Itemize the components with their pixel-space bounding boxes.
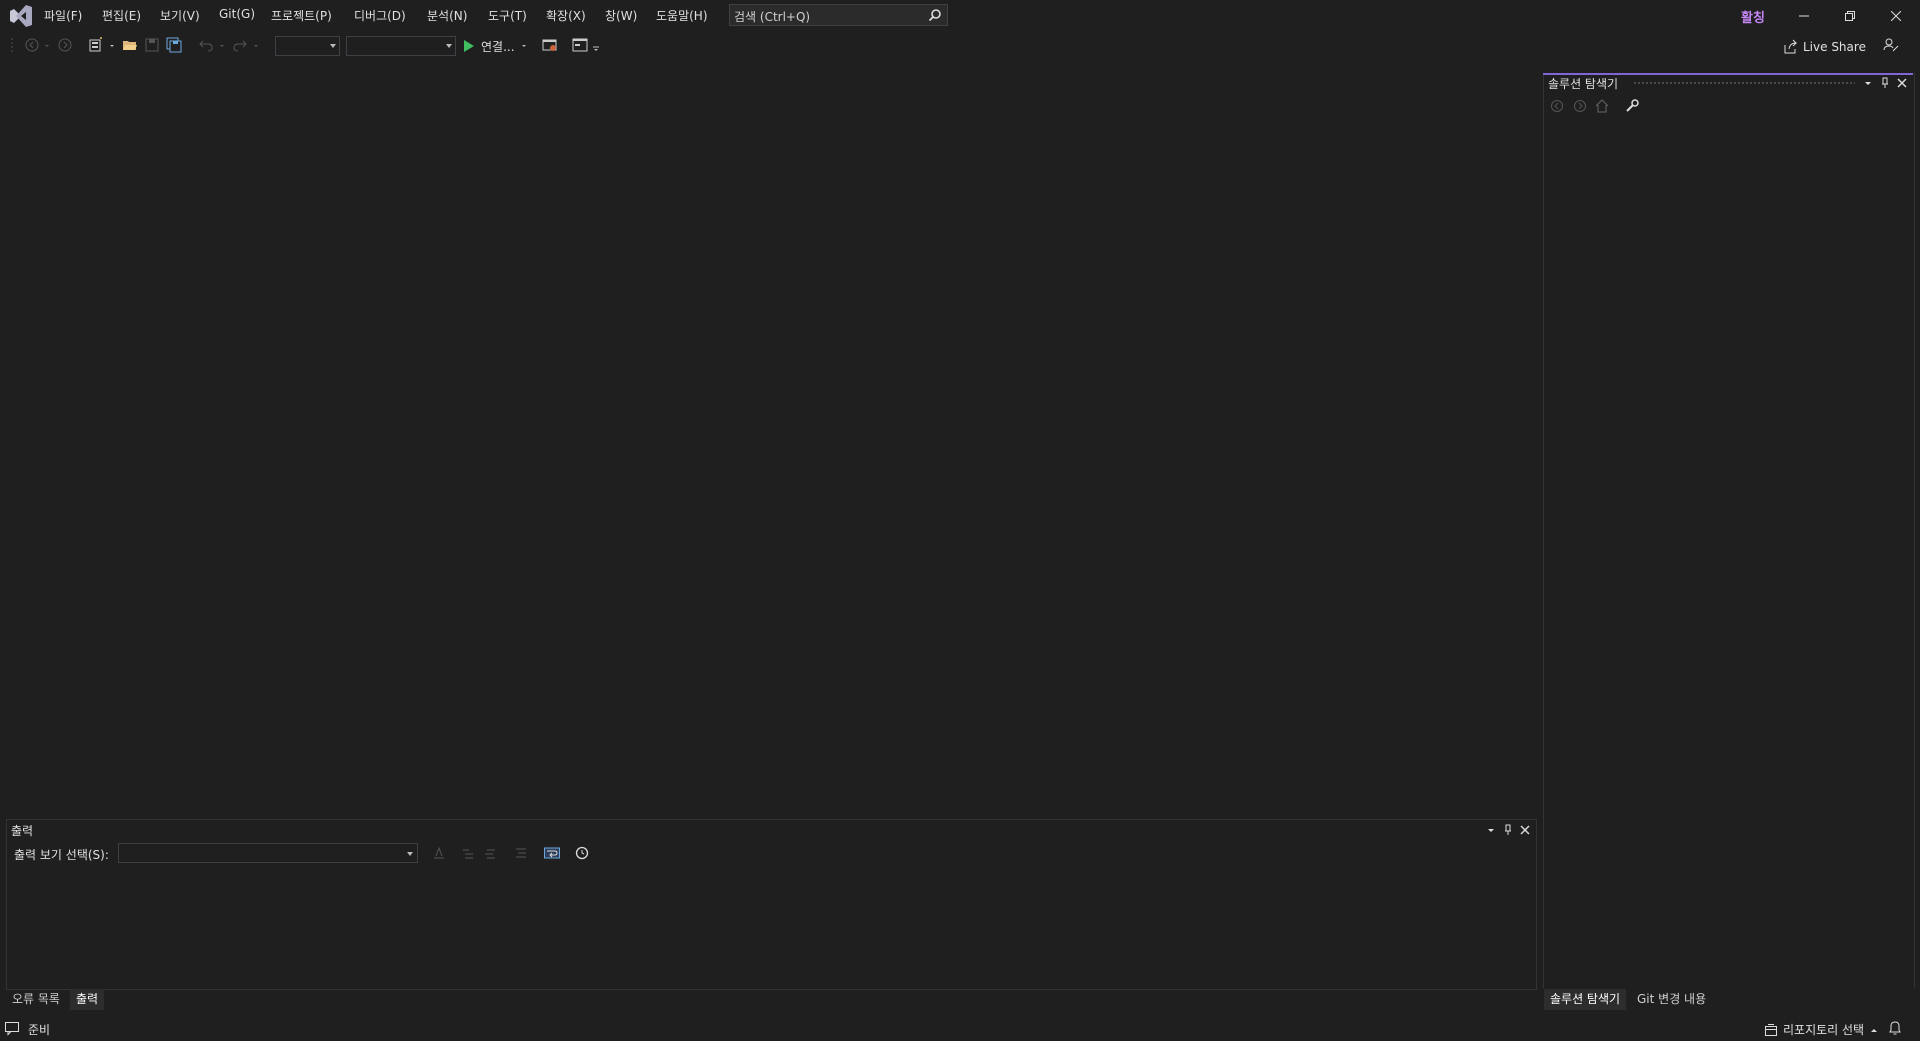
undo-dropdown-icon[interactable] <box>218 37 226 53</box>
play-icon <box>464 40 474 52</box>
menu-edit[interactable]: 편집(E) <box>102 7 141 24</box>
menu-view[interactable]: 보기(V) <box>160 7 200 24</box>
menu-window[interactable]: 창(W) <box>605 7 637 24</box>
visual-studio-logo-icon[interactable] <box>8 5 34 27</box>
browser-link-icon[interactable] <box>542 37 558 53</box>
menu-file[interactable]: 파일(F) <box>44 7 82 24</box>
close-icon <box>1891 11 1901 21</box>
share-icon <box>1784 39 1798 54</box>
forward-icon[interactable] <box>1573 99 1587 113</box>
save-icon[interactable] <box>144 37 160 53</box>
word-wrap-icon[interactable] <box>544 846 560 860</box>
restore-button[interactable] <box>1827 0 1873 32</box>
close-panel-icon[interactable] <box>1519 824 1531 836</box>
save-all-icon[interactable] <box>166 37 182 53</box>
output-panel-title: 출력 <box>11 824 34 838</box>
solution-explorer-title: 솔루션 탐색기 <box>1548 77 1619 91</box>
notification-bell-icon[interactable] <box>1888 1020 1902 1036</box>
new-dropdown-icon[interactable] <box>108 37 116 53</box>
pin-icon[interactable] <box>1879 77 1891 89</box>
chevron-up-icon <box>1871 1028 1878 1032</box>
toolbar-overflow-icon[interactable] <box>592 37 600 53</box>
solution-platforms-select[interactable] <box>346 36 456 56</box>
tab-error-list[interactable]: 오류 목록 <box>6 989 66 1010</box>
back-icon[interactable] <box>1550 99 1564 113</box>
status-text: 준비 <box>28 1023 51 1037</box>
output-source-label: 출력 보기 선택(S): <box>14 848 109 862</box>
close-panel-icon[interactable] <box>1896 77 1908 89</box>
menu-extensions[interactable]: 확장(X) <box>546 7 586 24</box>
solution-explorer-panel <box>1543 73 1915 988</box>
solution-configurations-select[interactable] <box>275 36 340 56</box>
run-label: 연결... <box>481 39 515 54</box>
properties-wrench-icon[interactable] <box>1625 99 1639 113</box>
run-dropdown-icon[interactable] <box>519 39 529 53</box>
repository-select-button[interactable]: 리포지토리 선택 <box>1764 1021 1879 1038</box>
repository-icon <box>1765 1023 1777 1036</box>
menu-tools[interactable]: 도구(T) <box>488 7 527 24</box>
restore-icon <box>1845 11 1855 21</box>
panel-grip[interactable] <box>1633 81 1855 85</box>
solution-name-badge[interactable]: 활칭 <box>1741 7 1765 26</box>
forward-icon[interactable] <box>57 37 73 53</box>
search-input[interactable]: 검색 (Ctrl+Q) <box>729 4 948 26</box>
minimize-button[interactable] <box>1781 0 1827 32</box>
toolbar-grip-icon[interactable] <box>10 37 16 53</box>
status-bar <box>0 1017 1920 1041</box>
live-share-label: Live Share <box>1803 40 1866 54</box>
chevron-down-icon <box>407 852 413 856</box>
tab-solution-explorer[interactable]: 솔루션 탐색기 <box>1544 989 1627 1010</box>
menu-debug[interactable]: 디버그(D) <box>354 7 406 24</box>
minimize-icon <box>1799 15 1809 17</box>
menu-project[interactable]: 프로젝트(P) <box>271 7 332 24</box>
chevron-down-icon <box>330 44 336 48</box>
status-ready-icon[interactable] <box>4 1020 20 1036</box>
chevron-down-icon <box>446 44 452 48</box>
menu-analyze[interactable]: 분석(N) <box>427 7 467 24</box>
redo-dropdown-icon[interactable] <box>252 37 260 53</box>
home-icon[interactable] <box>1595 99 1609 113</box>
tab-git-changes[interactable]: Git 변경 내용 <box>1631 989 1712 1010</box>
clock-icon[interactable] <box>575 846 589 860</box>
menu-help[interactable]: 도움말(H) <box>656 7 708 24</box>
start-debugging-button[interactable]: 연결... <box>463 36 529 56</box>
next-message-icon[interactable] <box>483 846 497 860</box>
output-source-select[interactable] <box>118 843 418 863</box>
open-folder-icon[interactable] <box>122 37 138 53</box>
menu-git[interactable]: Git(G) <box>219 7 255 21</box>
back-icon[interactable] <box>24 37 40 53</box>
undo-icon[interactable] <box>198 37 214 53</box>
search-placeholder: 검색 (Ctrl+Q) <box>734 10 811 24</box>
new-project-icon[interactable] <box>88 37 104 53</box>
find-message-icon[interactable] <box>432 846 446 860</box>
live-share-button[interactable]: Live Share <box>1783 39 1866 55</box>
redo-icon[interactable] <box>232 37 248 53</box>
close-window-button[interactable] <box>1873 0 1919 32</box>
clear-all-icon[interactable] <box>514 846 528 860</box>
panel-dropdown-icon[interactable] <box>1485 824 1497 836</box>
search-icon <box>928 9 941 22</box>
feedback-icon[interactable] <box>1883 37 1899 53</box>
previous-message-icon[interactable] <box>461 846 475 860</box>
repository-select-label: 리포지토리 선택 <box>1783 1023 1865 1037</box>
tab-output[interactable]: 출력 <box>70 989 105 1010</box>
pin-icon[interactable] <box>1502 824 1514 836</box>
back-dropdown-icon[interactable] <box>43 37 51 53</box>
window-layout-icon[interactable] <box>572 37 588 53</box>
panel-dropdown-icon[interactable] <box>1862 77 1874 89</box>
